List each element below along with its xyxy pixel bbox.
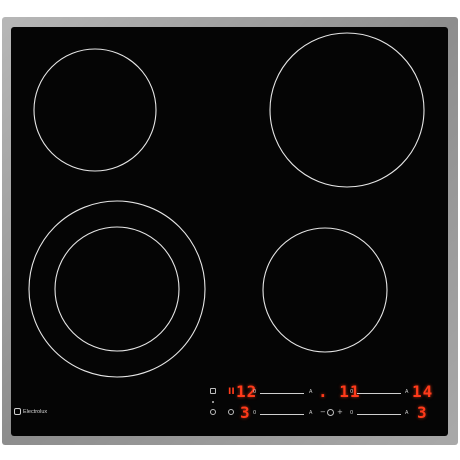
induction-hob: Electrolux II 12 0 A . 11 0 A 14 3 0 A −… xyxy=(0,0,460,460)
slider-start-mark-2: 0 xyxy=(350,389,354,395)
lock-icon[interactable] xyxy=(210,388,216,394)
timer-icon[interactable] xyxy=(327,409,334,416)
brand-label: Electrolux xyxy=(23,409,48,415)
display-rear-right: 14 xyxy=(412,382,434,401)
slider-end-mark-3: A xyxy=(309,410,313,416)
glass-top xyxy=(11,27,448,436)
slider-end-mark-2: A xyxy=(405,389,409,395)
electrolux-logo-icon xyxy=(14,408,21,415)
power-icon[interactable] xyxy=(210,409,216,415)
display-front-right: 3 xyxy=(417,403,428,422)
power-slider-front-right[interactable] xyxy=(357,414,401,415)
hob-sync-icon[interactable] xyxy=(228,409,234,415)
timer-plus-button[interactable]: + xyxy=(337,409,343,416)
slider-start-mark: 0 xyxy=(253,389,257,395)
display-timer: . 11 xyxy=(318,382,361,401)
power-slider-rear-right[interactable] xyxy=(357,393,401,394)
indicator-dot-icon xyxy=(212,401,214,403)
timer-minus-button[interactable]: − xyxy=(320,409,326,416)
power-slider-rear-left[interactable] xyxy=(260,393,304,394)
power-slider-front-left[interactable] xyxy=(260,414,304,415)
slider-start-mark-3: 0 xyxy=(253,410,257,416)
pause-button[interactable]: II xyxy=(228,388,235,397)
slider-end-mark-4: A xyxy=(405,410,409,416)
slider-end-mark: A xyxy=(309,389,313,395)
display-front-left: 3 xyxy=(240,403,251,422)
slider-start-mark-4: 0 xyxy=(350,410,354,416)
